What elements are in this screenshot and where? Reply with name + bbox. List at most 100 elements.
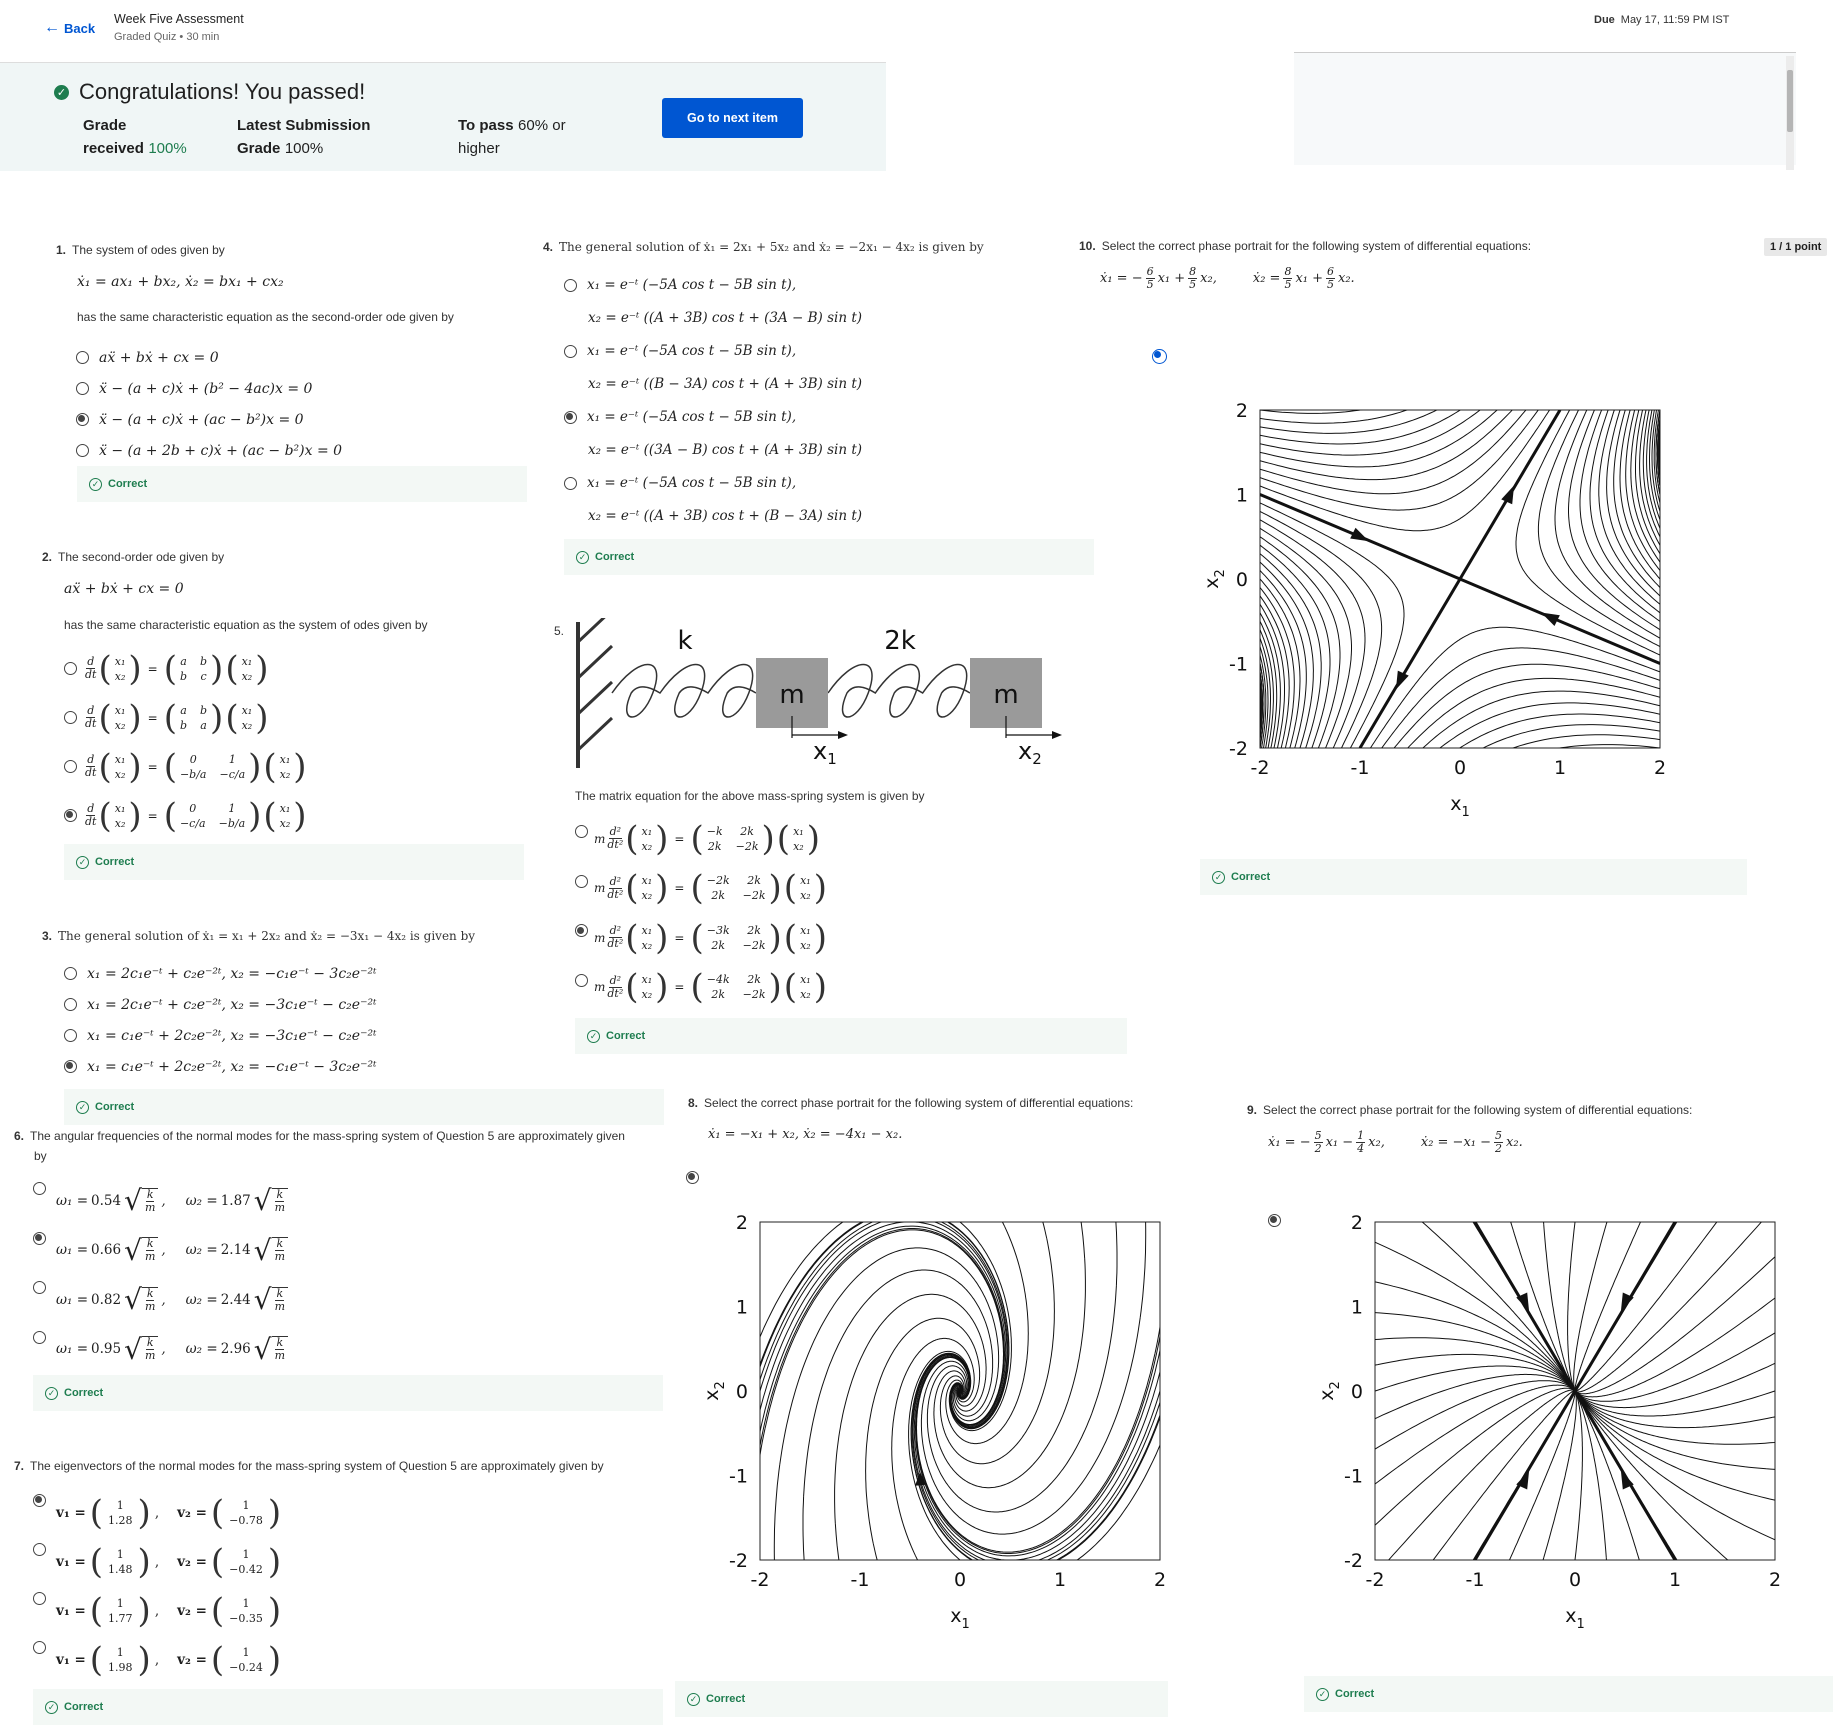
radio-button-selected[interactable] xyxy=(575,924,588,937)
radio-button[interactable] xyxy=(76,351,89,364)
trajectory xyxy=(1660,503,1717,594)
x-tick-label: 2 xyxy=(1654,757,1666,779)
radio-button[interactable] xyxy=(64,967,77,980)
radio-button[interactable] xyxy=(575,974,588,987)
q1-option-3[interactable]: ẍ − (a + c)ẋ + (ac − b²)x = 0 xyxy=(76,404,342,435)
q7-option-4[interactable]: v₁ =(11.98), v₂ =(1−0.24) xyxy=(33,1635,281,1684)
y-tick-label: 2 xyxy=(736,1212,748,1234)
q7-option-1[interactable]: v₁ =(11.28), v₂ =(1−0.78) xyxy=(33,1488,281,1537)
x-tick-label: 1 xyxy=(1554,757,1566,779)
radio-button-selected[interactable] xyxy=(1152,349,1167,364)
radio-button[interactable] xyxy=(64,760,77,773)
trajectory xyxy=(1202,560,1260,646)
q7-option-2-equation: v₁ =(11.48), v₂ =(1−0.42) xyxy=(56,1545,281,1579)
trajectory xyxy=(1660,461,1717,587)
q1-option-2[interactable]: ẍ − (a + c)ẋ + (b² − 4ac)x = 0 xyxy=(76,373,342,404)
q7-option-3[interactable]: v₁ =(11.77), v₂ =(1−0.35) xyxy=(33,1586,281,1635)
radio-button[interactable] xyxy=(33,1543,46,1556)
q6-text: The angular frequencies of the normal mo… xyxy=(30,1129,625,1143)
q5-option-1-equation: md²dt² (x₁x₂)=(−k2k2k−2k)(x₁x₂) xyxy=(594,822,820,856)
radio-button[interactable] xyxy=(76,444,89,457)
q5-option-3[interactable]: md²dt² (x₁x₂)=(−3k2k2k−2k)(x₁x₂) xyxy=(575,913,827,963)
trajectory xyxy=(1202,457,1260,478)
q7-option-2[interactable]: v₁ =(11.48), v₂ =(1−0.42) xyxy=(33,1537,281,1586)
q2-option-3[interactable]: ddt (x₁x₂)=(0−b/a1−c/a)(x₁x₂) xyxy=(64,742,307,791)
correct-label: Correct xyxy=(595,551,634,563)
radio-button[interactable] xyxy=(575,825,588,838)
q5-options: md²dt² (x₁x₂)=(−k2k2k−2k)(x₁x₂) md²dt² (… xyxy=(575,814,827,1012)
radio-button-selected[interactable] xyxy=(564,411,577,424)
q5-option-2[interactable]: md²dt² (x₁x₂)=(−2k2k2k−2k)(x₁x₂) xyxy=(575,864,827,914)
q4-option-3[interactable]: x₁ = e⁻ᵗ (−5A cos t − 5B sin t), x₂ = e⁻… xyxy=(564,402,862,468)
radio-button[interactable] xyxy=(64,662,77,675)
trajectory xyxy=(1200,429,1260,444)
radio-button[interactable] xyxy=(564,477,577,490)
trajectory xyxy=(1316,1365,1378,1381)
radio-button[interactable] xyxy=(64,998,77,1011)
q3-option-2[interactable]: x₁ = 2c₁e⁻ᵗ + c₂e⁻²ᵗ, x₂ = −3c₁e⁻ᵗ − c₂e… xyxy=(64,989,377,1020)
back-link[interactable]: ← Back xyxy=(44,19,95,37)
grade-label-2: received xyxy=(83,140,144,157)
q2-option-1[interactable]: ddt (x₁x₂)=(abbc)(x₁x₂) xyxy=(64,644,307,693)
radio-button-selected[interactable] xyxy=(64,1060,77,1073)
q6-option-3[interactable]: ω₁ =0.82√km, ω₂ =2.44√km xyxy=(33,1275,288,1325)
radio-button[interactable] xyxy=(33,1281,46,1294)
radio-button[interactable] xyxy=(575,875,588,888)
radio-button[interactable] xyxy=(64,1029,77,1042)
q5-option-4[interactable]: md²dt² (x₁x₂)=(−4k2k2k−2k)(x₁x₂) xyxy=(575,963,827,1013)
radio-button-selected[interactable] xyxy=(33,1232,46,1245)
q4-option-4-x1: x₁ = e⁻ᵗ (−5A cos t − 5B sin t), xyxy=(587,475,796,491)
radio-button[interactable] xyxy=(33,1182,46,1195)
trajectory xyxy=(1660,621,1718,656)
radio-button-selected[interactable] xyxy=(1268,1214,1281,1227)
q1-option-1[interactable]: aẍ + bẋ + cx = 0 xyxy=(76,342,342,373)
radio-button[interactable] xyxy=(64,711,77,724)
trajectory xyxy=(1660,604,1717,644)
q3-option-3[interactable]: x₁ = c₁e⁻ᵗ + 2c₂e⁻²ᵗ, x₂ = −3c₁e⁻ᵗ − c₂e… xyxy=(64,1020,377,1051)
radio-button-selected[interactable] xyxy=(686,1171,699,1184)
radio-button[interactable] xyxy=(33,1331,46,1344)
trajectory xyxy=(1201,469,1260,494)
q2-option-2[interactable]: ddt (x₁x₂)=(abba)(x₁x₂) xyxy=(64,693,307,742)
check-icon: ✓ xyxy=(687,1693,700,1706)
q6-option-2[interactable]: ω₁ =0.66√km, ω₂ =2.14√km xyxy=(33,1226,288,1276)
q10-option[interactable] xyxy=(1152,349,1167,364)
q3-option-1[interactable]: x₁ = 2c₁e⁻ᵗ + c₂e⁻²ᵗ, x₂ = −c₁e⁻ᵗ − 3c₂e… xyxy=(64,958,377,989)
radio-button-selected[interactable] xyxy=(33,1494,46,1507)
q4-option-1[interactable]: x₁ = e⁻ᵗ (−5A cos t − 5B sin t), x₂ = e⁻… xyxy=(564,270,862,336)
correct-label: Correct xyxy=(95,856,134,868)
radio-button-selected[interactable] xyxy=(76,413,89,426)
correct-label: Correct xyxy=(1231,871,1270,883)
spring-2 xyxy=(828,665,970,718)
q4-option-1-x2: x₂ = e⁻ᵗ ((A + 3B) cos t + (3A − B) sin … xyxy=(588,310,862,326)
trajectory xyxy=(1204,464,1260,486)
q9-option[interactable] xyxy=(1268,1214,1281,1227)
scrollbar-thumb[interactable] xyxy=(1787,70,1793,132)
grade-label: Grade xyxy=(83,114,187,137)
radio-button[interactable] xyxy=(76,382,89,395)
grade-received: Grade received 100% xyxy=(83,114,187,160)
y-tick-label: -2 xyxy=(1229,738,1248,760)
q6-prompt: 6.The angular frequencies of the normal … xyxy=(14,1126,664,1166)
q3-option-4[interactable]: x₁ = c₁e⁻ᵗ + 2c₂e⁻²ᵗ, x₂ = −c₁e⁻ᵗ − 3c₂e… xyxy=(64,1051,377,1082)
radio-button[interactable] xyxy=(564,345,577,358)
q6-option-1[interactable]: ω₁ =0.54√km, ω₂ =1.87√km xyxy=(33,1176,288,1226)
x-axis-label: x1 xyxy=(1565,1605,1585,1632)
go-to-next-item-button[interactable]: Go to next item xyxy=(662,98,803,138)
trajectory xyxy=(1660,400,1675,461)
q2-option-4[interactable]: ddt (x₁x₂)=(0−c/a1−b/a)(x₁x₂) xyxy=(64,791,307,840)
q6-option-4[interactable]: ω₁ =0.95√km, ω₂ =2.96√km xyxy=(33,1325,288,1375)
q4-option-4[interactable]: x₁ = e⁻ᵗ (−5A cos t − 5B sin t), x₂ = e⁻… xyxy=(564,468,862,534)
x2-label: x2 xyxy=(1018,737,1042,768)
q5-option-1[interactable]: md²dt² (x₁x₂)=(−k2k2k−2k)(x₁x₂) xyxy=(575,814,827,864)
radio-button[interactable] xyxy=(564,279,577,292)
check-icon: ✓ xyxy=(1316,1688,1329,1701)
radio-button[interactable] xyxy=(33,1641,46,1654)
q1-option-4[interactable]: ẍ − (a + 2b + c)ẋ + (ac − b²)x = 0 xyxy=(76,435,342,466)
q8-option[interactable] xyxy=(686,1171,699,1184)
radio-button[interactable] xyxy=(33,1592,46,1605)
radio-button-selected[interactable] xyxy=(64,809,77,822)
q4-option-2[interactable]: x₁ = e⁻ᵗ (−5A cos t − 5B sin t), x₂ = e⁻… xyxy=(564,336,862,402)
q1-equation: ẋ₁ = ax₁ + bx₂, ẋ₂ = bx₁ + cx₂ xyxy=(77,274,284,290)
trajectory xyxy=(1201,542,1260,605)
